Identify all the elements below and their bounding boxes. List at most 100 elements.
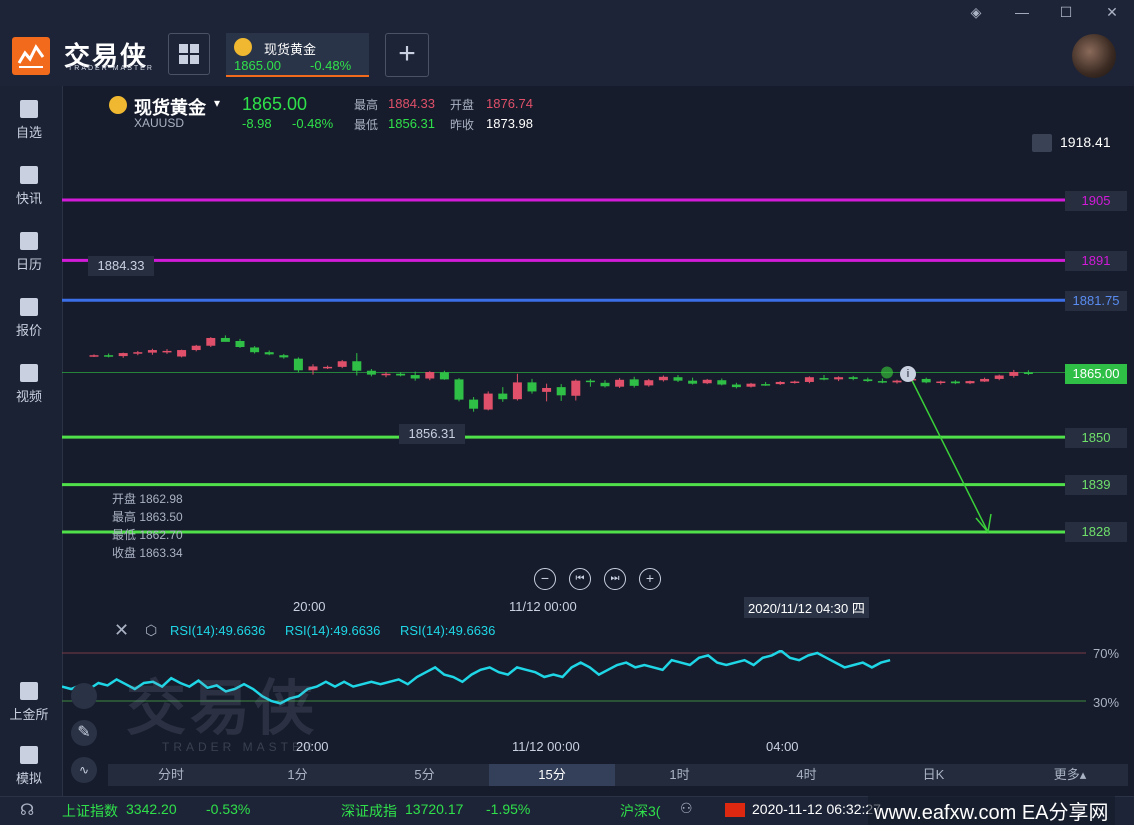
candle[interactable] bbox=[1009, 372, 1019, 376]
period-tab-active[interactable]: 15分 bbox=[489, 764, 615, 786]
candle[interactable] bbox=[483, 393, 493, 410]
candle[interactable] bbox=[542, 387, 552, 392]
candle[interactable] bbox=[980, 378, 990, 382]
candle[interactable] bbox=[235, 340, 245, 348]
index-name[interactable]: 深证成指 bbox=[341, 801, 397, 821]
sidebar-item-news[interactable]: 快讯 bbox=[0, 166, 58, 207]
more-button[interactable]: 更多▴ bbox=[1040, 764, 1100, 786]
price-chart[interactable] bbox=[62, 150, 1134, 590]
period-tab[interactable]: 5分 bbox=[361, 764, 488, 786]
candle[interactable] bbox=[746, 383, 756, 387]
candle[interactable] bbox=[512, 382, 522, 400]
info-icon[interactable]: i bbox=[900, 366, 916, 382]
candle[interactable] bbox=[688, 380, 698, 384]
candle[interactable] bbox=[863, 379, 873, 382]
candle[interactable] bbox=[804, 377, 814, 382]
candle[interactable] bbox=[104, 355, 114, 357]
candle[interactable] bbox=[1023, 372, 1033, 374]
candle[interactable] bbox=[790, 381, 800, 384]
candle[interactable] bbox=[366, 370, 376, 375]
period-tab[interactable]: 分时 bbox=[108, 764, 234, 786]
candle[interactable] bbox=[527, 382, 537, 392]
candle[interactable] bbox=[892, 380, 902, 383]
zoom-in-button[interactable]: + bbox=[639, 568, 661, 590]
candle[interactable] bbox=[250, 347, 260, 353]
candle[interactable] bbox=[191, 345, 201, 351]
candle[interactable] bbox=[425, 372, 435, 379]
candle[interactable] bbox=[118, 353, 128, 357]
sidebar-item-video[interactable]: 视频 bbox=[0, 364, 58, 405]
candle[interactable] bbox=[177, 350, 187, 357]
candle[interactable] bbox=[323, 366, 333, 369]
candle[interactable] bbox=[702, 379, 712, 384]
candle[interactable] bbox=[162, 350, 172, 353]
maximize-button[interactable]: ☐ bbox=[1056, 4, 1076, 22]
candle[interactable] bbox=[644, 380, 654, 386]
period-tab[interactable]: 日K bbox=[870, 764, 997, 786]
layout-button[interactable] bbox=[168, 33, 210, 75]
settings-icon[interactable]: ⬡ bbox=[145, 622, 157, 639]
candle[interactable] bbox=[585, 380, 595, 383]
period-tab[interactable]: 1分 bbox=[234, 764, 361, 786]
instrument-tab[interactable]: 现货黄金 1865.00 -0.48% bbox=[226, 33, 369, 77]
candle[interactable] bbox=[600, 382, 610, 387]
candle[interactable] bbox=[994, 375, 1004, 379]
avatar[interactable] bbox=[1072, 34, 1116, 78]
candle[interactable] bbox=[396, 373, 406, 376]
candle[interactable] bbox=[264, 352, 274, 355]
candle[interactable] bbox=[556, 387, 566, 396]
scroll-start-button[interactable]: ⏮ bbox=[569, 568, 591, 590]
candle[interactable] bbox=[469, 399, 479, 409]
candle[interactable] bbox=[673, 377, 683, 381]
candle[interactable] bbox=[877, 381, 887, 383]
sidebar-item-calendar[interactable]: 日历 bbox=[0, 232, 58, 273]
candle[interactable] bbox=[950, 381, 960, 384]
sidebar-item-demo[interactable]: 模拟 bbox=[0, 746, 58, 787]
period-tab[interactable]: 4时 bbox=[743, 764, 870, 786]
candle[interactable] bbox=[133, 352, 143, 354]
candle[interactable] bbox=[571, 380, 581, 396]
forecast-arrow[interactable] bbox=[907, 372, 989, 533]
chevron-down-icon[interactable]: ▾ bbox=[214, 96, 220, 110]
candle[interactable] bbox=[658, 376, 668, 381]
candle[interactable] bbox=[279, 355, 289, 358]
candle[interactable] bbox=[352, 361, 362, 371]
candle[interactable] bbox=[775, 381, 785, 385]
candle[interactable] bbox=[761, 384, 771, 386]
add-tab-button[interactable]: + bbox=[385, 33, 429, 77]
candle[interactable] bbox=[615, 379, 625, 387]
candle[interactable] bbox=[834, 377, 844, 380]
indicator-icon[interactable]: ∿ bbox=[71, 757, 97, 783]
candle[interactable] bbox=[147, 350, 157, 353]
headset-icon[interactable]: ☊ bbox=[20, 800, 34, 820]
pen-icon[interactable]: ✎ bbox=[71, 720, 97, 746]
sidebar-item-sge[interactable]: 上金所 bbox=[0, 682, 58, 723]
period-tab[interactable]: 1时 bbox=[616, 764, 743, 786]
close-indicator-icon[interactable]: ✕ bbox=[114, 620, 129, 641]
candle[interactable] bbox=[89, 355, 99, 357]
minimize-button[interactable]: — bbox=[1012, 4, 1032, 22]
sidebar-item-watchlist[interactable]: 自选 bbox=[0, 100, 58, 141]
candle[interactable] bbox=[936, 381, 946, 384]
index-name[interactable]: 上证指数 bbox=[62, 801, 118, 821]
candle[interactable] bbox=[921, 378, 931, 383]
candle[interactable] bbox=[819, 378, 829, 380]
candle[interactable] bbox=[717, 380, 727, 385]
candle[interactable] bbox=[206, 337, 216, 346]
candle[interactable] bbox=[337, 361, 347, 367]
close-button[interactable]: ✕ bbox=[1102, 4, 1122, 22]
candle[interactable] bbox=[629, 379, 639, 386]
candle[interactable] bbox=[410, 375, 420, 379]
candle[interactable] bbox=[848, 377, 858, 379]
index-name[interactable]: 沪深3( bbox=[620, 801, 660, 821]
candle[interactable] bbox=[381, 373, 391, 376]
candle[interactable] bbox=[731, 384, 741, 388]
scroll-end-button[interactable]: ⏭ bbox=[604, 568, 626, 590]
candle[interactable] bbox=[439, 372, 449, 380]
candle[interactable] bbox=[293, 358, 303, 371]
candle[interactable] bbox=[308, 366, 318, 371]
zoom-out-button[interactable]: − bbox=[534, 568, 556, 590]
candle-type-icon[interactable] bbox=[71, 683, 97, 709]
candle[interactable] bbox=[220, 337, 230, 342]
candle[interactable] bbox=[498, 393, 508, 400]
